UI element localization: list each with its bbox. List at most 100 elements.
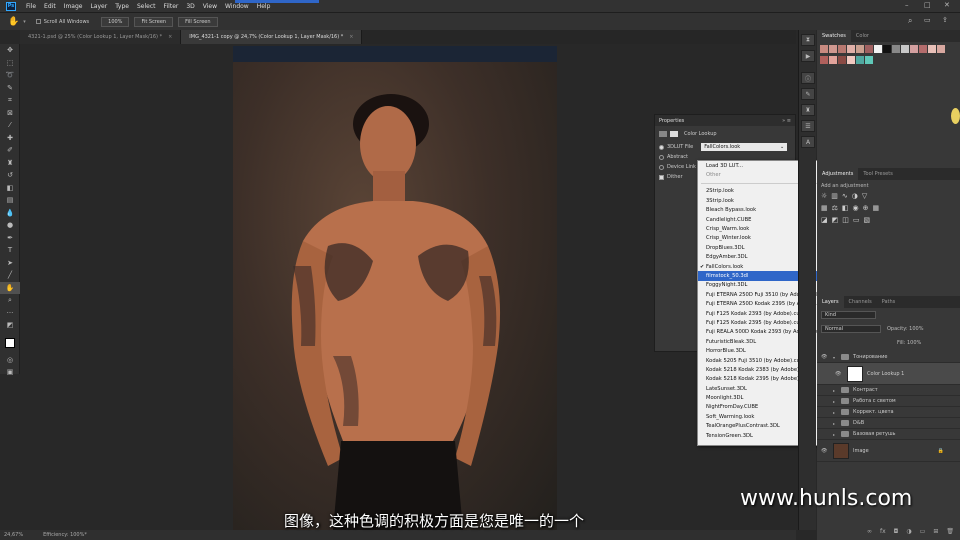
menu-type[interactable]: Type — [111, 3, 133, 10]
color-swatch[interactable] — [847, 45, 855, 53]
eraser-tool-icon[interactable]: ◧ — [0, 182, 20, 195]
screen-mode-icon[interactable]: ▣ — [0, 366, 20, 379]
link-icon[interactable]: ∞ — [867, 528, 872, 535]
selective-color-icon[interactable]: ▧ — [864, 216, 871, 224]
tool-preset-chevron-icon[interactable]: ▾ — [23, 19, 26, 25]
color-lookup-icon[interactable]: ▦ — [873, 204, 880, 212]
new-group-icon[interactable]: ▭ — [920, 528, 926, 535]
chevron-right-icon[interactable]: ▸ — [833, 432, 835, 437]
curves-icon[interactable]: ∿ — [842, 192, 848, 200]
color-swatch[interactable] — [829, 45, 837, 53]
fx-icon[interactable]: fx — [880, 528, 886, 535]
menu-window[interactable]: Window — [221, 3, 253, 10]
color-swatch[interactable] — [883, 45, 891, 53]
color-swatch[interactable] — [874, 45, 882, 53]
layer-row[interactable]: 👁 Image 🔒 — [817, 440, 960, 462]
device-link-radio[interactable] — [659, 164, 664, 170]
tab-tool-presets[interactable]: Tool Presets — [858, 168, 898, 180]
share-icon[interactable]: ⇪ — [942, 16, 948, 24]
foreground-background-colors[interactable] — [0, 332, 20, 354]
fit-screen-button[interactable]: Fit Screen — [134, 16, 174, 27]
color-swatch[interactable] — [865, 56, 873, 64]
fill-value[interactable]: 100% — [907, 340, 921, 346]
chevron-down-icon[interactable]: ▾ — [833, 355, 835, 360]
tab-swatches[interactable]: Swatches — [817, 30, 851, 42]
layer-row[interactable]: ▸ Коррект. цвета — [817, 407, 960, 418]
shape-tool-icon[interactable]: ╱ — [0, 269, 20, 282]
brush-settings-icon[interactable]: ✎ — [801, 88, 815, 100]
color-swatch[interactable] — [865, 45, 873, 53]
quick-select-tool-icon[interactable]: ✎ — [0, 82, 20, 95]
foreground-color-swatch[interactable] — [5, 337, 15, 348]
zoom-tool-icon[interactable]: ⌕ — [0, 294, 20, 307]
opacity-control[interactable]: Opacity: 100% — [887, 326, 923, 332]
fill-screen-button[interactable]: Fill Screen — [178, 16, 218, 27]
zoom-level[interactable]: 24,67% — [4, 532, 23, 538]
pen-tool-icon[interactable]: ✒ — [0, 232, 20, 245]
panel-menu-icon[interactable]: » ≡ — [782, 118, 791, 124]
tab-color[interactable]: Color — [851, 30, 874, 42]
clone-source-icon[interactable]: ♜ — [801, 104, 815, 116]
color-swatch[interactable] — [919, 45, 927, 53]
layer-row[interactable]: ▸ Базовая ретушь — [817, 429, 960, 440]
gradient-map-icon[interactable]: ▭ — [853, 216, 860, 224]
search-icon[interactable]: ⌕ — [908, 16, 912, 26]
color-swatch[interactable] — [838, 56, 846, 64]
actions-icon[interactable]: ▶ — [801, 50, 815, 62]
maximize-icon[interactable]: □ — [924, 1, 931, 9]
color-swatch[interactable] — [928, 45, 936, 53]
chevron-right-icon[interactable]: ▸ — [833, 421, 835, 426]
blur-tool-icon[interactable]: 💧 — [0, 207, 20, 220]
vibrance-icon[interactable]: ▽ — [862, 192, 867, 200]
default-colors-icon[interactable]: ◩ — [0, 319, 20, 332]
color-swatch[interactable] — [829, 56, 837, 64]
layer-mask-thumbnail[interactable] — [847, 365, 863, 382]
frame-tool-icon[interactable]: ⊠ — [0, 107, 20, 120]
color-swatch[interactable] — [892, 45, 900, 53]
mask-icon[interactable] — [670, 131, 678, 137]
levels-icon[interactable]: ▥ — [831, 192, 838, 200]
close-tab-icon[interactable]: × — [349, 34, 353, 40]
menu-file[interactable]: File — [22, 3, 40, 10]
menu-image[interactable]: Image — [60, 3, 87, 10]
threshold-icon[interactable]: ◫ — [842, 216, 849, 224]
black-white-icon[interactable]: ◧ — [842, 204, 849, 212]
tab-layers[interactable]: Layers — [817, 296, 844, 308]
new-adjustment-icon[interactable]: ◑ — [906, 528, 911, 535]
quick-mask-icon[interactable]: ◎ — [0, 354, 20, 367]
menu-edit[interactable]: Edit — [40, 3, 60, 10]
history-brush-tool-icon[interactable]: ↺ — [0, 169, 20, 182]
color-swatch[interactable] — [901, 45, 909, 53]
hue-saturation-icon[interactable]: ▦ — [821, 204, 828, 212]
tab-channels[interactable]: Channels — [844, 296, 877, 308]
lasso-tool-icon[interactable]: ➰ — [0, 69, 20, 82]
properties-icon[interactable]: ☰ — [801, 120, 815, 132]
brush-tool-icon[interactable]: ✐ — [0, 144, 20, 157]
history-icon[interactable]: ⧗ — [801, 34, 815, 46]
eyedropper-tool-icon[interactable]: ⁄ — [0, 119, 20, 132]
new-layer-icon[interactable]: ⊞ — [933, 528, 938, 535]
color-swatch[interactable] — [910, 45, 918, 53]
healing-brush-tool-icon[interactable]: ✚ — [0, 132, 20, 145]
layer-row[interactable]: ▸ Работа с светом — [817, 396, 960, 407]
clone-stamp-tool-icon[interactable]: ♜ — [0, 157, 20, 170]
hand-tool-icon[interactable]: ✋ — [0, 281, 20, 294]
lut-file-select[interactable]: FallColors.look ⌄ — [701, 143, 788, 151]
chevron-right-icon[interactable]: ▸ — [833, 399, 835, 404]
color-swatch[interactable] — [820, 45, 828, 53]
hand-tool-icon[interactable]: ✋ — [8, 17, 19, 27]
color-balance-icon[interactable]: ⚖ — [832, 204, 838, 212]
visibility-eye-icon[interactable]: 👁 — [835, 371, 843, 377]
layer-row[interactable]: 👁 Color Lookup 1 — [817, 363, 960, 385]
abstract-radio[interactable] — [659, 154, 664, 160]
fill-control[interactable]: Fill: 100% — [897, 340, 921, 346]
lut-file-radio[interactable] — [659, 144, 664, 150]
path-select-tool-icon[interactable]: ➤ — [0, 257, 20, 270]
layer-thumbnail[interactable] — [833, 442, 849, 459]
invert-icon[interactable]: ◪ — [821, 216, 828, 224]
blend-mode-select[interactable]: Normal — [821, 325, 881, 333]
menu-3d[interactable]: 3D — [182, 3, 198, 10]
zoom-100-button[interactable]: 100% — [101, 16, 130, 27]
exposure-icon[interactable]: ◑ — [852, 192, 858, 200]
visibility-eye-icon[interactable]: 👁 — [821, 448, 829, 454]
